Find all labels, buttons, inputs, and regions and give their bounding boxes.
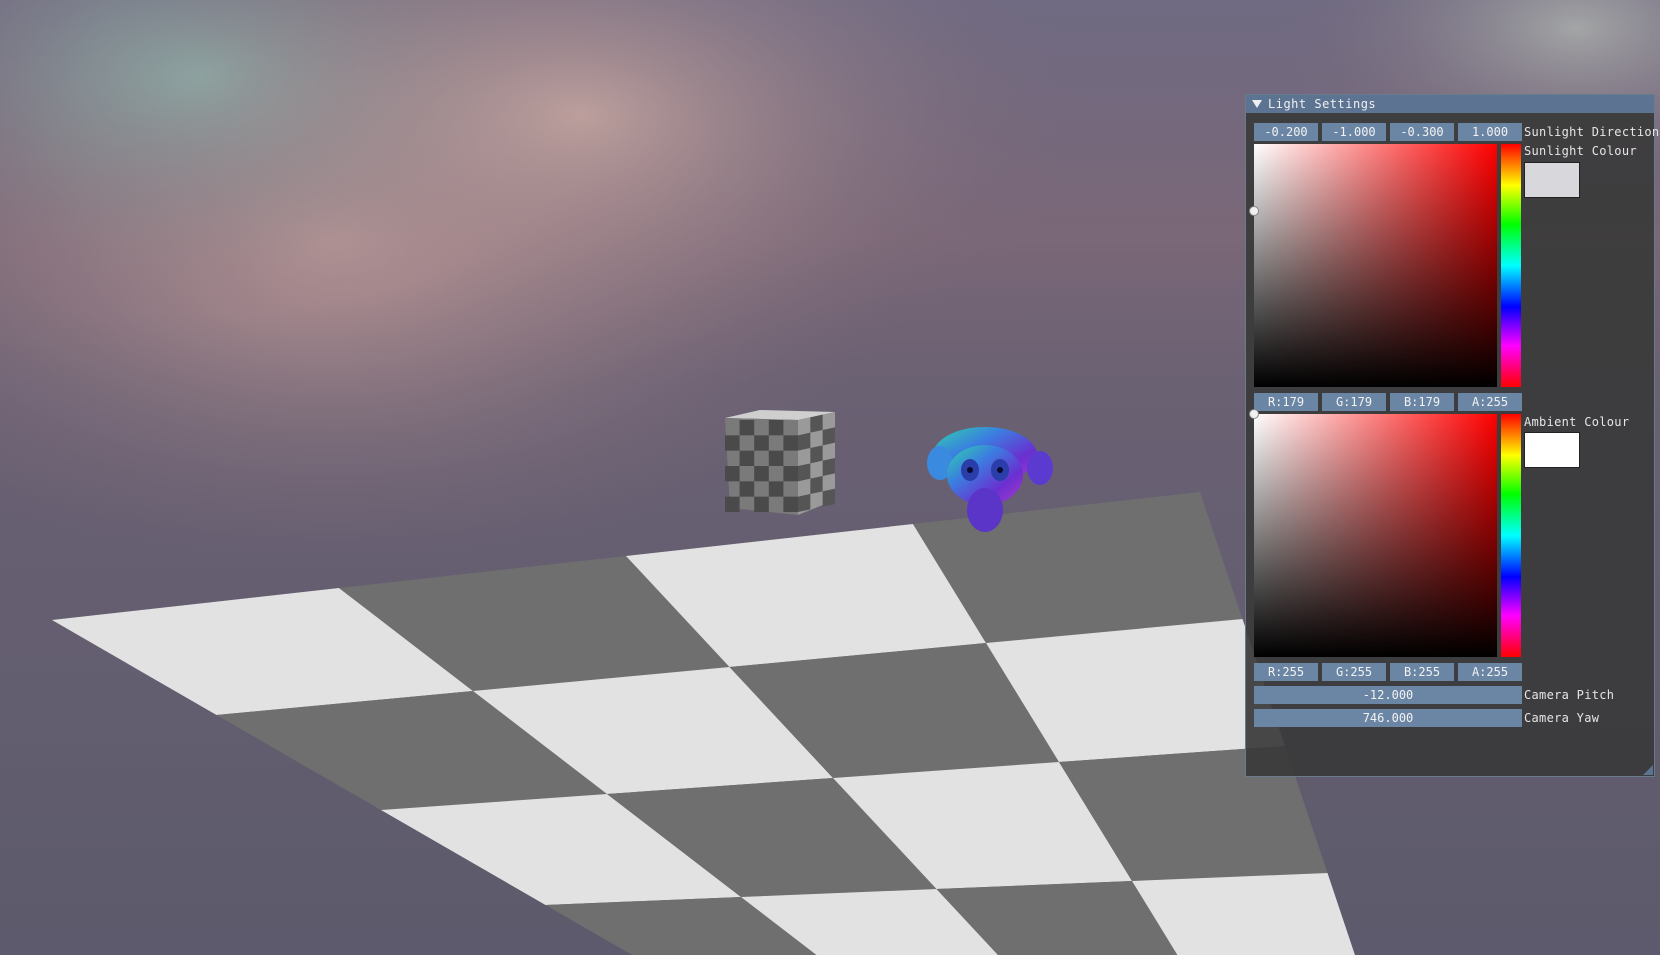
- camera-yaw-label: Camera Yaw: [1524, 711, 1600, 725]
- sunlight-channels-row: R:179 G:179 B:179 A:255: [1254, 393, 1522, 411]
- sunlight-direction-y[interactable]: -1.000: [1322, 123, 1386, 141]
- sunlight-direction-label: Sunlight Direction: [1524, 125, 1660, 139]
- cube-check: [739, 450, 755, 466]
- cube-check: [739, 420, 755, 436]
- sunlight-sv-handle[interactable]: [1249, 206, 1259, 216]
- sunlight-hue-slider[interactable]: [1501, 144, 1521, 387]
- cube-check: [725, 466, 740, 482]
- cube-check: [822, 458, 835, 476]
- sunlight-b-field[interactable]: B:179: [1390, 393, 1454, 411]
- cube-check: [768, 420, 784, 436]
- cube-check: [739, 481, 755, 497]
- ambient-r-field[interactable]: R:255: [1254, 663, 1318, 681]
- cube-check: [810, 476, 823, 494]
- ambient-channels-row: R:255 G:255 B:255 A:255: [1254, 663, 1522, 681]
- cube-check: [810, 414, 823, 433]
- cube-check: [822, 427, 835, 446]
- ambient-colour-label: Ambient Colour: [1524, 415, 1630, 429]
- sunlight-direction-x[interactable]: -0.200: [1254, 123, 1318, 141]
- sunlight-sv-picker[interactable]: [1254, 144, 1497, 387]
- cube-check: [783, 435, 798, 451]
- ambient-hue-slider[interactable]: [1501, 414, 1521, 657]
- cube-check: [798, 494, 811, 512]
- cube-check: [725, 496, 740, 512]
- sunlight-direction-z[interactable]: -0.300: [1390, 123, 1454, 141]
- cube-check: [783, 466, 798, 482]
- cube-check: [783, 496, 798, 512]
- cube-check: [768, 481, 784, 497]
- light-settings-window[interactable]: Light Settings -0.200 -1.000 -0.300 1.00…: [1245, 94, 1659, 777]
- cube-check: [725, 435, 740, 451]
- window-title-bar[interactable]: Light Settings: [1246, 95, 1654, 113]
- cube-check: [768, 450, 784, 466]
- cube-check: [754, 435, 769, 451]
- camera-pitch-slider[interactable]: -12.000: [1254, 686, 1522, 704]
- camera-pitch-label: Camera Pitch: [1524, 688, 1615, 702]
- sunlight-direction-row: -0.200 -1.000 -0.300 1.000: [1254, 123, 1522, 141]
- sunlight-g-field[interactable]: G:179: [1322, 393, 1386, 411]
- resize-grip-icon[interactable]: [1643, 765, 1653, 775]
- ambient-a-field[interactable]: A:255: [1458, 663, 1522, 681]
- sunlight-direction-w[interactable]: 1.000: [1458, 123, 1522, 141]
- ambient-b-field[interactable]: B:255: [1390, 663, 1454, 681]
- ambient-colour-swatch[interactable]: [1524, 432, 1580, 468]
- sunlight-a-field[interactable]: A:255: [1458, 393, 1522, 411]
- cube-check: [798, 463, 811, 482]
- collapse-arrow-icon[interactable]: [1252, 100, 1262, 108]
- camera-yaw-slider[interactable]: 746.000: [1254, 709, 1522, 727]
- camera-pitch-row: -12.000: [1254, 686, 1522, 704]
- window-title: Light Settings: [1268, 97, 1377, 111]
- sunlight-r-field[interactable]: R:179: [1254, 393, 1318, 411]
- cube-check: [798, 432, 811, 451]
- sunlight-colour-label: Sunlight Colour: [1524, 144, 1637, 158]
- ambient-g-field[interactable]: G:255: [1322, 663, 1386, 681]
- cube-check: [810, 445, 823, 464]
- camera-yaw-row: 746.000: [1254, 709, 1522, 727]
- ambient-sv-picker[interactable]: [1254, 414, 1497, 657]
- sunlight-colour-swatch[interactable]: [1524, 162, 1580, 198]
- cube-check: [822, 488, 835, 507]
- ambient-sv-handle[interactable]: [1249, 409, 1259, 419]
- cube-check: [754, 496, 769, 512]
- cube-check: [754, 466, 769, 482]
